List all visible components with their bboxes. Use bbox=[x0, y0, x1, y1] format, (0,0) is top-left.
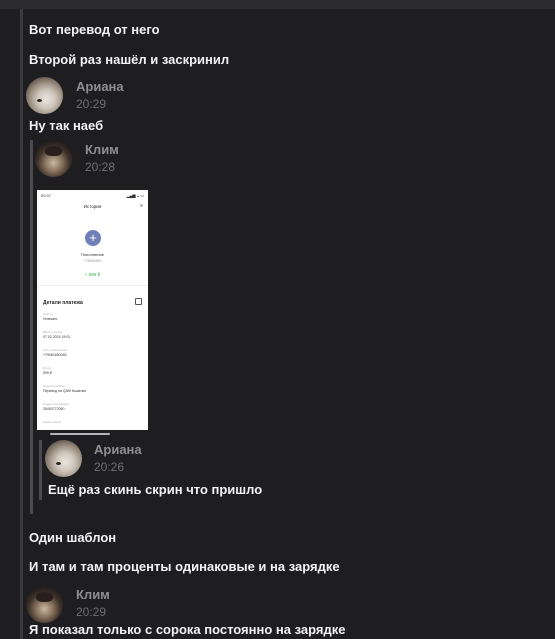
detail-value: 599 ₽ bbox=[43, 371, 53, 375]
avatar[interactable] bbox=[45, 440, 82, 477]
recipient-phone: +79081650 bbox=[83, 259, 102, 263]
author-name[interactable]: Ариана bbox=[94, 442, 142, 457]
detail-value: 07.02.2024 19:01 bbox=[43, 335, 71, 339]
message-text: Ну так наеб bbox=[29, 118, 104, 133]
quote-line bbox=[39, 440, 42, 500]
thread-line bbox=[20, 9, 23, 639]
recipient-name: Пополнение bbox=[81, 252, 104, 257]
message-time: 20:28 bbox=[85, 160, 116, 174]
message-time: 20:26 bbox=[94, 460, 125, 474]
home-indicator bbox=[50, 433, 110, 435]
detail-label: Счет пополнения bbox=[43, 348, 68, 352]
message-time: 20:29 bbox=[76, 605, 107, 619]
author-name[interactable]: Клим bbox=[76, 587, 110, 602]
detail-label: Статус bbox=[43, 312, 53, 316]
message-text: Второй раз нашёл и заскринил bbox=[29, 52, 230, 67]
status-time: 09:37 bbox=[41, 193, 52, 198]
message-thread: Вот перевод от него Второй раз нашёл и з… bbox=[0, 9, 555, 639]
plus-icon: + bbox=[85, 230, 101, 246]
section-title: Детали платежа bbox=[43, 300, 83, 306]
message-text: Ещё раз скинь скрин что пришло bbox=[48, 482, 263, 497]
detail-label: Номер транзакции bbox=[43, 402, 69, 406]
avatar[interactable] bbox=[26, 586, 63, 623]
menu-icon: ≡ bbox=[140, 203, 143, 209]
message-text: Один шаблон bbox=[29, 530, 117, 545]
message-text: И там и там проценты одинаковые и на зар… bbox=[29, 559, 340, 574]
detail-value: Успешно bbox=[43, 317, 58, 321]
detail-value: 35400772090 bbox=[43, 407, 65, 411]
detail-label: Способ оплаты bbox=[43, 384, 65, 388]
top-bar bbox=[0, 0, 555, 9]
message-time: 20:29 bbox=[76, 97, 107, 111]
message-text: Вот перевод от него bbox=[29, 22, 160, 37]
status-icons: ▂▄▆ ◒ ▭ bbox=[126, 193, 144, 198]
message-text: Я показал только с сорока постоянно на з… bbox=[29, 622, 346, 637]
quote-line bbox=[30, 140, 33, 514]
avatar[interactable] bbox=[35, 140, 72, 177]
amount: + 599 ₽ bbox=[84, 272, 101, 277]
author-name[interactable]: Клим bbox=[85, 142, 119, 157]
divider bbox=[37, 285, 148, 286]
detail-label: Итого bbox=[43, 366, 51, 370]
detail-value: +79081650045 bbox=[43, 353, 67, 357]
avatar[interactable] bbox=[26, 77, 63, 114]
detail-label: Дата и время bbox=[43, 330, 62, 334]
attached-screenshot[interactable]: 09:37 ▂▄▆ ◒ ▭ История ≡ + Пополнение +79… bbox=[37, 190, 148, 430]
screen-title: История bbox=[83, 204, 102, 209]
detail-value: Перевод на QIWI Кошелек bbox=[43, 389, 86, 393]
author-name[interactable]: Ариана bbox=[76, 79, 124, 94]
detail-label: Номер карты bbox=[43, 420, 62, 424]
share-icon bbox=[135, 298, 142, 305]
